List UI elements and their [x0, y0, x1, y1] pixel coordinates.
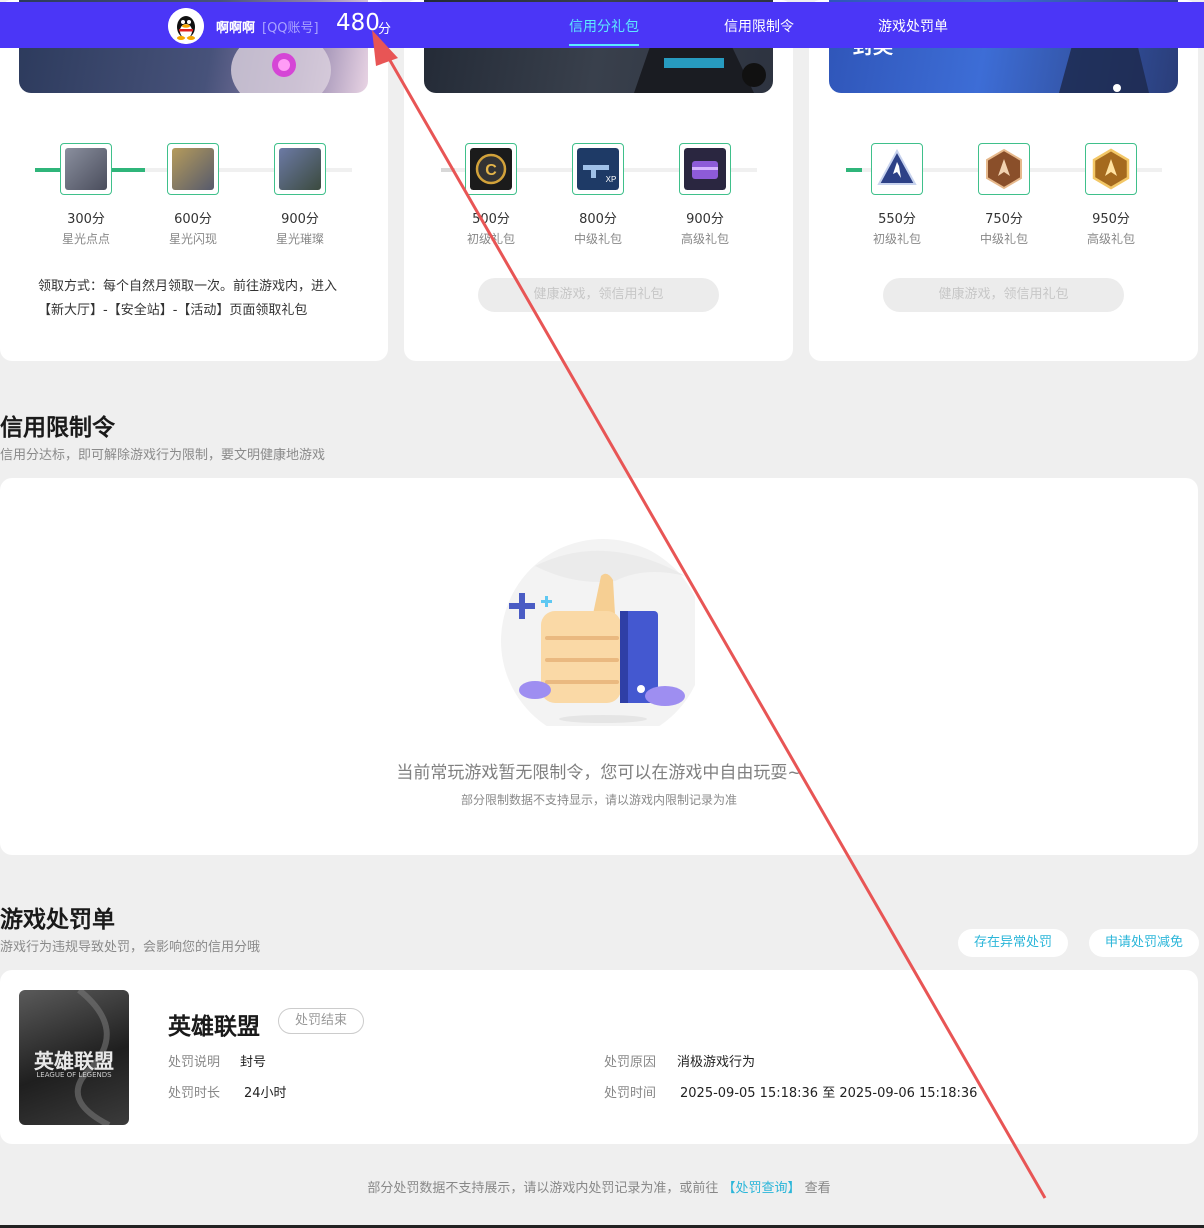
reward-progress-fill	[846, 168, 862, 172]
reward-item-icon[interactable]	[679, 143, 731, 195]
abnormal-penalty-button[interactable]: 存在异常处罚	[958, 929, 1068, 957]
top-nav-bar: 啊啊啊 [QQ账号] 480 分 信用分礼包 信用限制令 游戏处罚单	[0, 2, 1204, 48]
gift-card-starlight: 300分 600分 900分 星光点点 星光闪现 星光璀璨 领取方式：每个自然月…	[0, 0, 388, 361]
svg-text:C: C	[485, 162, 497, 179]
reward-name: 初级礼包	[872, 232, 921, 246]
reward-name: 中级礼包	[979, 232, 1028, 246]
reward-item-icon[interactable]: XP	[572, 143, 624, 195]
penalty-time-value: 2025-09-05 15:18:36 至 2025-09-06 15:18:3…	[680, 1086, 978, 1101]
penalty-query-link[interactable]: 【处罚查询】	[722, 1181, 800, 1196]
reward-name: 高级礼包	[1086, 232, 1135, 246]
reward-points: 750分	[985, 212, 1023, 227]
footer-text-end: 查看	[804, 1181, 831, 1196]
reward-name: 星光闪现	[168, 232, 217, 246]
penalty-footer-note: 部分处罚数据不支持展示，请以游戏内处罚记录为准，或前往 【处罚查询】 查看	[0, 1177, 1198, 1196]
penalty-desc-value: 封号	[240, 1055, 267, 1070]
reward-name: 高级礼包	[680, 232, 729, 246]
username: 啊啊啊	[216, 21, 256, 36]
reward-name: 星光璀璨	[275, 232, 324, 246]
game-logo-image: 英雄联盟 LEAGUE OF LEGENDS	[19, 990, 129, 1125]
penalty-desc-label: 处罚说明	[168, 1055, 221, 1070]
claim-gift-button[interactable]: 健康游戏，领信用礼包	[478, 278, 719, 312]
thumbs-up-illustration	[501, 539, 695, 726]
gift-card-level: C XP 500分 800分 900分 初级礼包 中级礼包 高级礼包 健康游戏，…	[404, 0, 793, 361]
credit-score: 480	[336, 10, 380, 36]
rank-badge-icon[interactable]	[871, 143, 923, 195]
reward-name: 星光点点	[61, 232, 110, 246]
reward-item-icon[interactable]	[60, 143, 112, 195]
penalty-reason-label: 处罚原因	[604, 1055, 657, 1070]
reward-points: 300分	[67, 212, 105, 227]
restriction-empty-note: 部分限制数据不支持显示，请以游戏内限制记录为准	[460, 793, 737, 807]
reward-points: 900分	[686, 212, 724, 227]
penalty-reason-value: 消极游戏行为	[677, 1055, 756, 1070]
restriction-section-title: 信用限制令	[0, 415, 115, 441]
active-tab-indicator	[569, 44, 639, 46]
claim-gift-button[interactable]: 健康游戏，领信用礼包	[883, 278, 1124, 312]
game-logo-text-en: LEAGUE OF LEGENDS	[36, 1071, 112, 1079]
reward-progress-fill	[441, 168, 455, 172]
restriction-empty-message: 当前常玩游戏暂无限制令，您可以在游戏中自由玩耍~	[396, 763, 802, 783]
svg-text:XP: XP	[606, 175, 617, 184]
rank-badge-icon[interactable]	[1085, 143, 1137, 195]
rank-badge-icon[interactable]	[978, 143, 1030, 195]
reward-points: 900分	[281, 212, 319, 227]
reward-points: 950分	[1092, 212, 1130, 227]
penalty-section-title: 游戏处罚单	[0, 907, 115, 933]
gift-card-rank: 封奖 550分 750分 950分 初级礼包 中级礼包 高级礼包 健康游戏，领信…	[809, 0, 1198, 361]
penalty-game-name: 英雄联盟	[168, 1014, 260, 1040]
penalty-reduction-button[interactable]: 申请处罚减免	[1089, 929, 1199, 957]
reward-points: 800分	[579, 212, 617, 227]
reward-points: 550分	[878, 212, 916, 227]
credit-score-unit: 分	[378, 22, 392, 37]
reward-points: 500分	[472, 212, 510, 227]
footer-text: 部分处罚数据不支持展示，请以游戏内处罚记录为准，或前往	[367, 1181, 719, 1196]
reward-item-icon[interactable]: C	[465, 143, 517, 195]
penalty-duration-label: 处罚时长	[168, 1086, 221, 1101]
tab-credit-gift[interactable]: 信用分礼包	[569, 16, 639, 36]
penalty-section-subtitle: 游戏行为违规导致处罚，会影响您的信用分哦	[0, 940, 261, 955]
claim-instructions: 领取方式：每个自然月领取一次。前往游戏内，进入【新大厅】-【安全站】-【活动】页…	[38, 279, 338, 318]
tab-game-penalty[interactable]: 游戏处罚单	[878, 16, 948, 36]
penalty-time-label: 处罚时间	[604, 1086, 657, 1101]
reward-item-icon[interactable]	[167, 143, 219, 195]
penalty-duration-value: 24小时	[244, 1086, 287, 1101]
qq-avatar-icon[interactable]	[168, 8, 204, 44]
reward-points: 600分	[174, 212, 212, 227]
reward-name: 初级礼包	[466, 232, 515, 246]
reward-item-icon[interactable]	[274, 143, 326, 195]
reward-name: 中级礼包	[573, 232, 622, 246]
penalty-status-badge: 处罚结束	[278, 1008, 364, 1034]
account-type: [QQ账号]	[262, 21, 319, 36]
game-logo-text-cn: 英雄联盟	[34, 1049, 114, 1073]
restriction-section-subtitle: 信用分达标，即可解除游戏行为限制，要文明健康地游戏	[0, 448, 326, 463]
tab-credit-restriction[interactable]: 信用限制令	[724, 16, 794, 36]
